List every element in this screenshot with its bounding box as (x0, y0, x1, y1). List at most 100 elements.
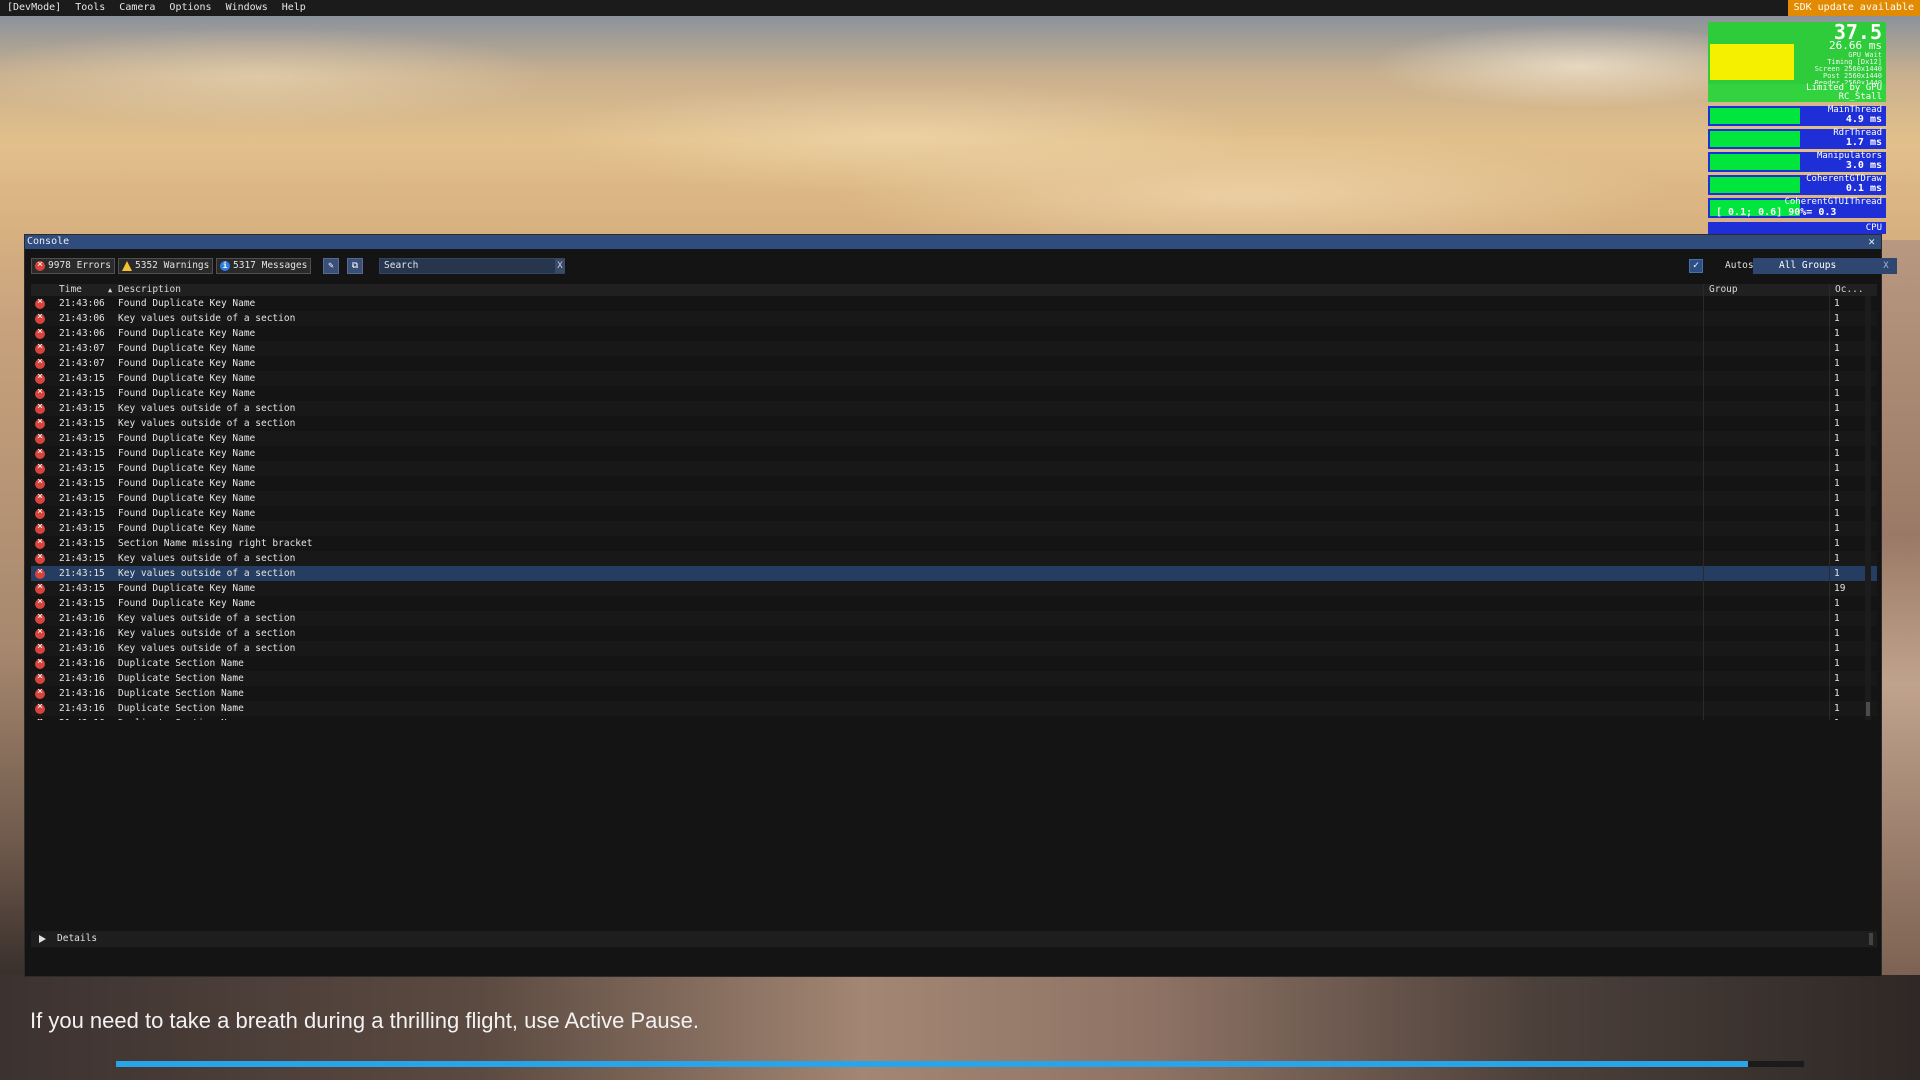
column-group[interactable]: Group (1709, 284, 1738, 296)
log-time: 21:43:06 (59, 328, 105, 339)
column-description[interactable]: Description (118, 284, 181, 296)
log-occurrences: 1 (1834, 298, 1840, 309)
error-icon (35, 716, 45, 720)
sort-ascending-icon[interactable]: ▲ (108, 284, 112, 296)
log-row[interactable]: 21:43:15 Found Duplicate Key Name 1 (31, 461, 1877, 476)
log-scrollbar[interactable] (1865, 296, 1871, 720)
console-title: Console (27, 236, 70, 247)
perf-row-coherentgtuithread: CoherentGTUIThread [ 0.1; 0.6] 90%= 0.3 (1708, 198, 1886, 218)
log-description: Found Duplicate Key Name (118, 343, 256, 354)
log-row[interactable]: 21:43:15 Found Duplicate Key Name 1 (31, 506, 1877, 521)
log-row[interactable]: 21:43:15 Found Duplicate Key Name 1 (31, 371, 1877, 386)
log-time: 21:43:07 (59, 343, 105, 354)
log-row[interactable]: 21:43:15 Found Duplicate Key Name 1 (31, 431, 1877, 446)
error-icon (35, 686, 45, 699)
messages-filter-button[interactable]: 5317 Messages (216, 258, 312, 274)
log-row[interactable]: 21:43:16 Key values outside of a section 1 (31, 626, 1877, 641)
render-detail: GPU Wait Timing [Dx12] Screen 2560x1440 … (1815, 52, 1882, 87)
log-row[interactable]: 21:43:15 Key values outside of a section 1 (31, 401, 1877, 416)
sdk-update-notice[interactable]: SDK update available (1787, 0, 1920, 16)
log-row[interactable]: 21:43:15 Found Duplicate Key Name 1 (31, 476, 1877, 491)
details-panel-toggle[interactable]: Details (31, 931, 1877, 947)
log-row[interactable]: 21:43:15 Key values outside of a section 1 (31, 566, 1877, 581)
log-row[interactable]: 21:43:16 Duplicate Section Name 1 (31, 686, 1877, 701)
log-row[interactable]: 21:43:15 Key values outside of a section 1 (31, 551, 1877, 566)
log-row[interactable]: 21:43:16 Duplicate Section Name 1 (31, 716, 1877, 720)
log-occurrences: 1 (1834, 463, 1840, 474)
close-icon[interactable]: ✕ (1868, 235, 1875, 249)
copy-log-button[interactable]: ⧉ (347, 258, 363, 274)
log-occurrences: 1 (1834, 628, 1840, 639)
menu-devmode[interactable]: [DevMode] (0, 0, 68, 16)
error-icon (35, 371, 45, 384)
error-icon (35, 311, 45, 324)
perf-row-value: 3.0 ms (1845, 160, 1882, 171)
group-filter-dropdown[interactable]: All Groups (1753, 258, 1897, 274)
log-row[interactable]: 21:43:15 Found Duplicate Key Name 1 (31, 386, 1877, 401)
error-icon (35, 656, 45, 669)
log-description: Found Duplicate Key Name (118, 493, 256, 504)
console-toolbar: 9978 Errors 5352 Warnings 5317 Messages … (25, 255, 1897, 277)
log-time: 21:43:16 (59, 628, 105, 639)
perf-row-value: 0.1 ms (1845, 183, 1882, 194)
details-resize-handle[interactable] (1869, 933, 1873, 945)
console-title-bar[interactable]: Console ✕ (25, 235, 1881, 249)
log-occurrences: 1 (1834, 553, 1840, 564)
autoset-checkbox[interactable]: ✓ (1689, 259, 1703, 273)
column-occurrences[interactable]: Oc... (1835, 284, 1864, 296)
column-time[interactable]: Time (59, 284, 82, 296)
log-table-header: Time ▲ Description Group Oc... (31, 284, 1877, 296)
loading-tip: If you need to take a breath during a th… (30, 1008, 699, 1033)
log-occurrences: 1 (1834, 523, 1840, 534)
log-row[interactable]: 21:43:15 Found Duplicate Key Name 1 (31, 491, 1877, 506)
perf-bar (1710, 131, 1800, 147)
menu-camera[interactable]: Camera (112, 0, 162, 16)
console-window: Console ✕ 9978 Errors 5352 Warnings 5317… (24, 234, 1897, 977)
log-time: 21:43:15 (59, 538, 105, 549)
perf-row-value: 1.7 ms (1845, 137, 1882, 148)
warnings-filter-button[interactable]: 5352 Warnings (118, 258, 214, 274)
log-row[interactable]: 21:43:06 Key values outside of a section 1 (31, 311, 1877, 326)
log-row[interactable]: 21:43:15 Found Duplicate Key Name 1 (31, 446, 1877, 461)
group-filter-clear-button[interactable]: X (1879, 258, 1893, 274)
error-icon (35, 596, 45, 609)
log-time: 21:43:15 (59, 418, 105, 429)
log-row[interactable]: 21:43:07 Found Duplicate Key Name 1 (31, 341, 1877, 356)
log-description: Key values outside of a section (118, 613, 296, 624)
log-description: Duplicate Section Name (118, 658, 244, 669)
log-table: Time ▲ Description Group Oc... 21:43:06 F… (31, 284, 1877, 720)
clear-log-button[interactable]: ✎ (323, 258, 339, 274)
search-clear-button[interactable]: X (555, 259, 565, 273)
log-row[interactable]: 21:43:15 Key values outside of a section 1 (31, 416, 1877, 431)
log-occurrences: 1 (1834, 478, 1840, 489)
log-description: Found Duplicate Key Name (118, 358, 256, 369)
log-row[interactable]: 21:43:07 Found Duplicate Key Name 1 (31, 356, 1877, 371)
log-row[interactable]: 21:43:16 Key values outside of a section 1 (31, 641, 1877, 656)
log-occurrences: 1 (1834, 433, 1840, 444)
menu-options[interactable]: Options (162, 0, 218, 16)
menu-help[interactable]: Help (275, 0, 313, 16)
log-row[interactable]: 21:43:06 Found Duplicate Key Name 1 (31, 326, 1877, 341)
menu-tools[interactable]: Tools (68, 0, 112, 16)
menu-windows[interactable]: Windows (219, 0, 275, 16)
log-time: 21:43:15 (59, 373, 105, 384)
log-row[interactable]: 21:43:16 Duplicate Section Name 1 (31, 656, 1877, 671)
log-row[interactable]: 21:43:16 Duplicate Section Name 1 (31, 701, 1877, 716)
errors-filter-button[interactable]: 9978 Errors (31, 258, 115, 274)
scrollbar-thumb[interactable] (1866, 702, 1870, 716)
log-row[interactable]: 21:43:15 Section Name missing right brack… (31, 536, 1877, 551)
log-occurrences: 1 (1834, 448, 1840, 459)
log-row[interactable]: 21:43:15 Found Duplicate Key Name 1 (31, 596, 1877, 611)
error-icon (35, 259, 45, 271)
log-description: Found Duplicate Key Name (118, 508, 256, 519)
log-description: Duplicate Section Name (118, 703, 244, 714)
log-row[interactable]: 21:43:16 Duplicate Section Name 1 (31, 671, 1877, 686)
log-description: Found Duplicate Key Name (118, 298, 256, 309)
log-row[interactable]: 21:43:16 Key values outside of a section 1 (31, 611, 1877, 626)
log-row[interactable]: 21:43:06 Found Duplicate Key Name 1 (31, 296, 1877, 311)
log-description: Found Duplicate Key Name (118, 373, 256, 384)
search-input[interactable]: Search (379, 258, 565, 274)
log-row[interactable]: 21:43:15 Found Duplicate Key Name 1 (31, 521, 1877, 536)
log-row[interactable]: 21:43:15 Found Duplicate Key Name 19 (31, 581, 1877, 596)
expand-arrow-icon (39, 935, 46, 943)
